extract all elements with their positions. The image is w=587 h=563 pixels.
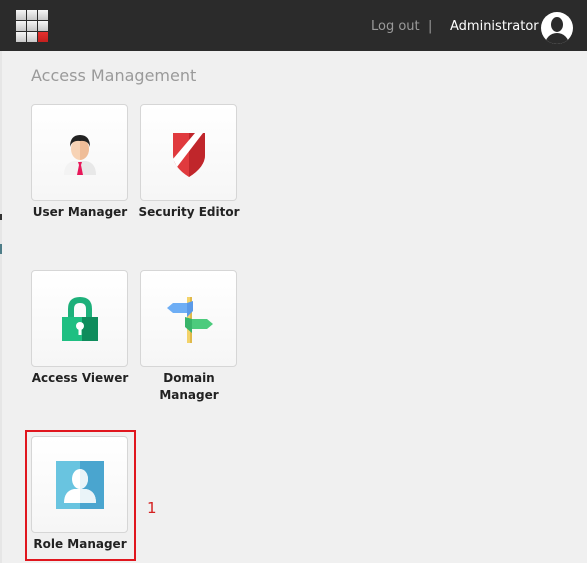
app-label[interactable]: Access Viewer (20, 370, 140, 387)
annotation-number: 1 (147, 499, 157, 517)
shield-icon (173, 133, 205, 177)
left-edge-mark (0, 244, 2, 254)
separator: | (428, 19, 433, 34)
app-label[interactable]: Domain Manager (129, 370, 249, 404)
section-title: Access Management (31, 66, 197, 85)
app-tile-security-editor[interactable] (140, 104, 237, 201)
top-bar: Log out | Administrator (0, 0, 587, 51)
logout-link[interactable]: Log out (371, 19, 420, 34)
user-manager-icon (64, 135, 96, 175)
user-name[interactable]: Administrator (450, 19, 539, 34)
highlight-box (25, 430, 136, 561)
app-label[interactable]: User Manager (20, 204, 140, 221)
app-grid-icon[interactable] (16, 10, 49, 43)
app-tile-domain-manager[interactable] (140, 270, 237, 367)
app-tile-user-manager[interactable] (31, 104, 128, 201)
user-avatar-icon[interactable] (541, 12, 573, 44)
app-tile-access-viewer[interactable] (31, 270, 128, 367)
padlock-icon (62, 297, 98, 341)
app-label[interactable]: Security Editor (129, 204, 249, 221)
left-edge (0, 51, 2, 563)
left-edge-mark (0, 214, 2, 220)
signpost-icon (167, 297, 213, 343)
